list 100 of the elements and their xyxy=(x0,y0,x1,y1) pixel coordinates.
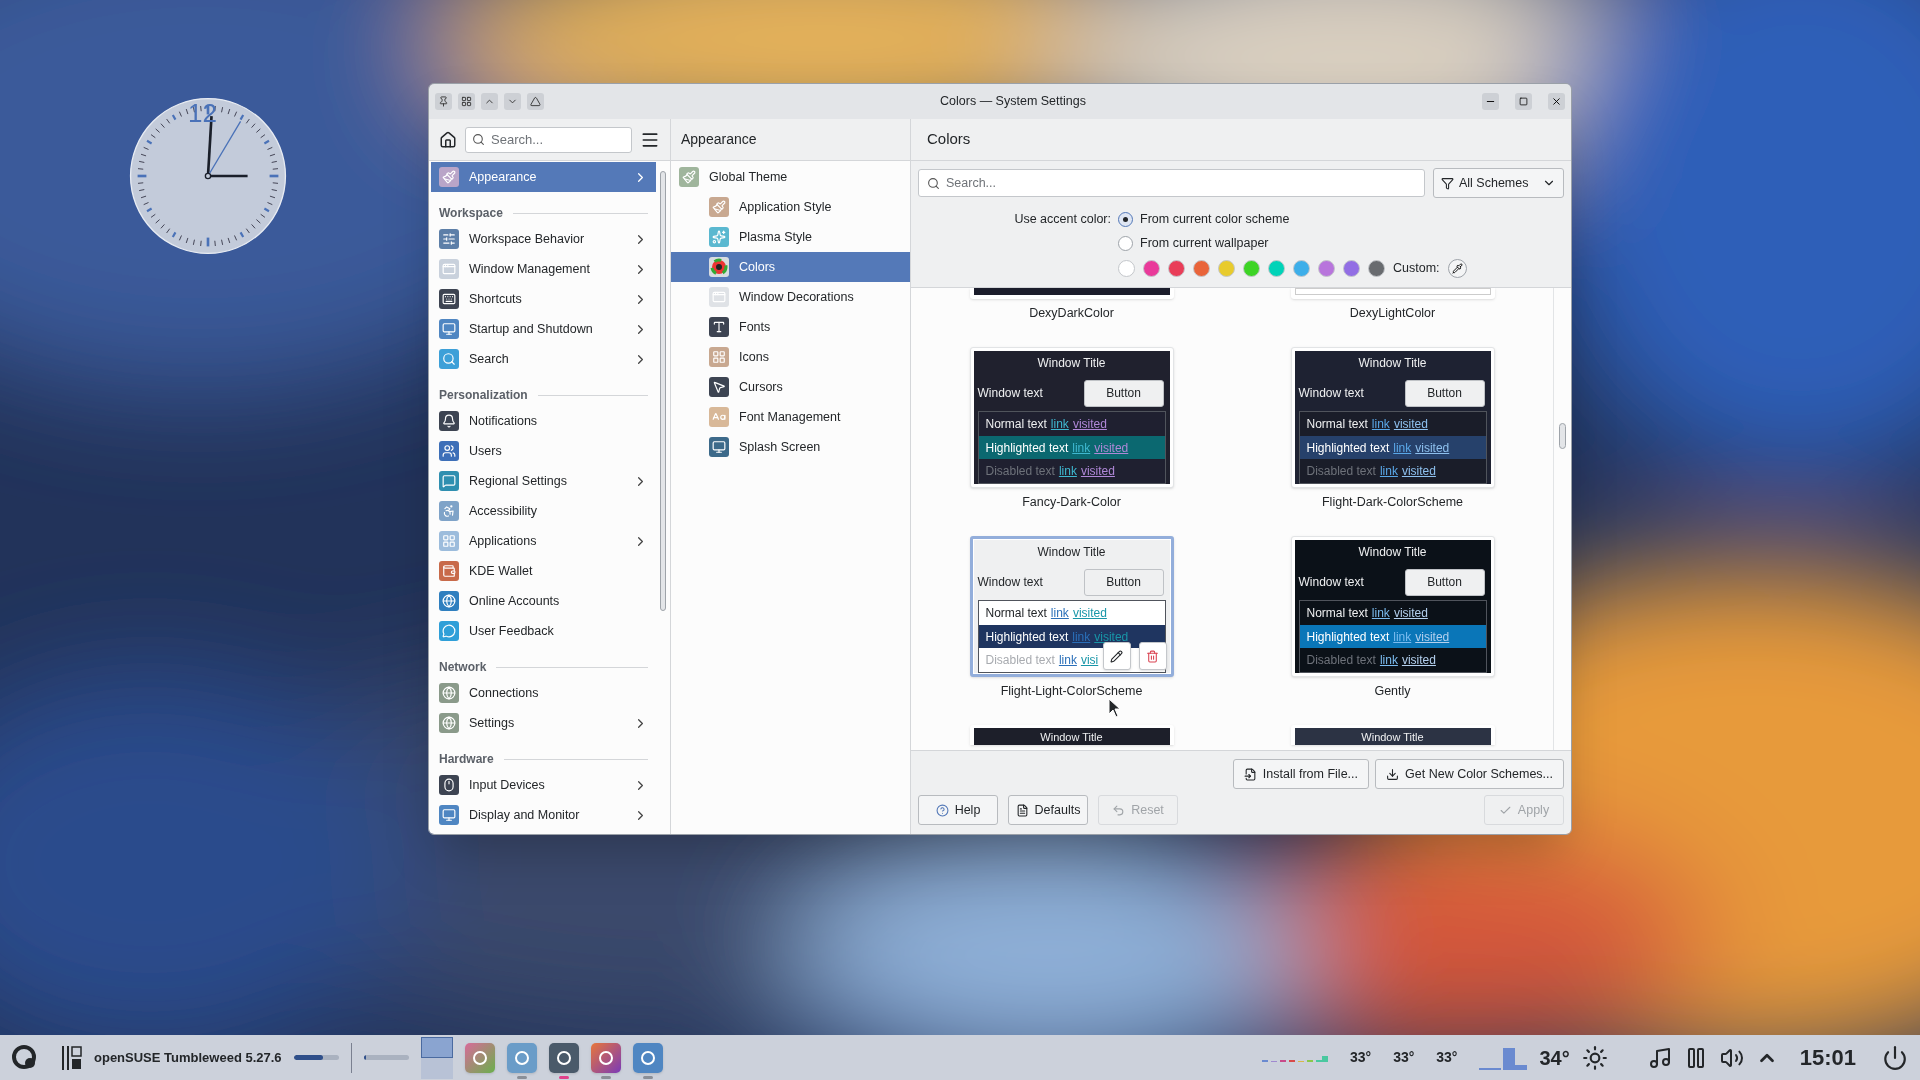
visited-link: visited xyxy=(1401,463,1436,481)
sidebar-item[interactable]: Regional Settings xyxy=(431,466,656,496)
page-title: Colors xyxy=(927,129,971,150)
mouse-icon xyxy=(439,775,459,795)
preview-title: Window Title xyxy=(1358,355,1427,372)
sidebar-item[interactable]: Accessibility xyxy=(431,496,656,526)
sidebar-item[interactable]: Appearance xyxy=(431,162,656,192)
sidebar-item[interactable]: Window Management xyxy=(431,254,656,284)
delete-button[interactable] xyxy=(1138,642,1167,670)
scheme-preview[interactable]: Window Title xyxy=(1290,725,1495,745)
sidebar-item[interactable]: Search xyxy=(431,344,656,374)
sun-icon[interactable] xyxy=(1581,1044,1608,1071)
music-icon[interactable] xyxy=(1647,1045,1672,1070)
undo-icon xyxy=(1112,803,1126,817)
category-item[interactable]: Colors xyxy=(671,252,910,282)
color-swatch[interactable] xyxy=(1118,259,1135,277)
color-swatch[interactable] xyxy=(1193,259,1210,277)
sidebar-item[interactable]: Input Devices xyxy=(431,770,656,800)
category-item[interactable]: Plasma Style xyxy=(671,222,910,252)
edit-button[interactable] xyxy=(1102,642,1131,670)
sidebar-item[interactable]: Settings xyxy=(431,708,656,738)
scheme-preview[interactable]: Window Title xyxy=(969,725,1174,745)
category-item[interactable]: Font Management xyxy=(671,402,910,432)
search-field[interactable]: Search... xyxy=(918,169,1425,197)
window-title: openSUSE Tumbleweed 5.27.6 xyxy=(94,1048,282,1067)
category-item[interactable]: Fonts xyxy=(671,312,910,342)
scheme-name: DexyLightColor xyxy=(1349,305,1436,322)
sidebar-item[interactable]: Workspace Behavior xyxy=(431,224,656,254)
search-field[interactable]: Search... xyxy=(465,126,632,153)
download-button[interactable]: Get New Color Schemes... xyxy=(1375,759,1564,789)
titlebar-button[interactable] xyxy=(458,93,475,110)
footer-button[interactable]: Defaults xyxy=(1008,795,1088,825)
maximize-button[interactable] xyxy=(1515,93,1532,110)
preview-button: Button xyxy=(1083,568,1164,596)
category-item[interactable]: Icons xyxy=(671,342,910,372)
home-icon[interactable] xyxy=(439,130,457,149)
sample-link: link xyxy=(1072,628,1091,646)
clock-time[interactable]: 15:01 xyxy=(1799,1041,1856,1074)
radio-button[interactable] xyxy=(1118,211,1133,227)
sidebar-item[interactable]: Display and Monitor xyxy=(431,800,656,830)
launcher-icon[interactable] xyxy=(12,1044,38,1071)
titlebar-button[interactable] xyxy=(435,93,452,110)
scheme-preview[interactable]: Window Title Window text Button Normal text link visited Highlighted text link visited Disabled text link visited xyxy=(969,347,1174,488)
sample-link: link xyxy=(1393,439,1412,457)
sample-link: link xyxy=(1058,652,1077,670)
scheme-preview[interactable]: Window Title Window text Button Normal text link visited Highlighted text link visited Disabled text link visi xyxy=(969,536,1174,677)
titlebar-button[interactable] xyxy=(527,93,544,110)
panel-icon[interactable] xyxy=(62,1045,82,1070)
scrollbar-thumb[interactable] xyxy=(660,171,666,611)
desktop-pager[interactable] xyxy=(420,1057,453,1079)
category-item[interactable]: Cursors xyxy=(671,372,910,402)
scheme-preview[interactable]: Window Title Window text Button Normal text link visited Highlighted text link visited Disabled text link visited xyxy=(1290,536,1495,677)
sidebar-item[interactable]: Connections xyxy=(431,678,656,708)
pencil-icon xyxy=(1110,649,1123,663)
color-swatch[interactable] xyxy=(1268,259,1285,277)
sidebar-item[interactable]: Startup and Shutdown xyxy=(431,314,656,344)
close-button[interactable] xyxy=(1548,93,1565,110)
sample-text: Normal text xyxy=(1306,604,1368,622)
color-swatch[interactable] xyxy=(1168,259,1185,277)
temperature-reading: 33° xyxy=(1436,1048,1458,1067)
color-swatch[interactable] xyxy=(1218,259,1235,277)
scheme-preview[interactable]: Window Title Window text Button Normal text link visited Highlighted text link visited Disabled text link visited xyxy=(1290,347,1495,488)
sidebar-item[interactable]: Online Accounts xyxy=(431,586,656,616)
scheme-preview[interactable] xyxy=(969,288,1174,299)
visited-link: visited xyxy=(1094,628,1129,646)
bell-icon xyxy=(439,411,459,431)
color-swatch[interactable] xyxy=(1368,259,1385,277)
color-swatch[interactable] xyxy=(1293,259,1310,277)
footer-button[interactable]: Help xyxy=(918,795,998,825)
category-item[interactable]: Application Style xyxy=(671,192,910,222)
install-button[interactable]: Install from File... xyxy=(1232,759,1370,789)
minimize-button[interactable] xyxy=(1482,93,1499,110)
title-bar[interactable]: Colors — System Settings xyxy=(429,84,1571,119)
color-swatch[interactable] xyxy=(1318,259,1335,277)
scrollbar-thumb[interactable] xyxy=(1559,423,1566,449)
custom-label: Custom: xyxy=(1393,259,1440,277)
eyedropper-button[interactable] xyxy=(1447,258,1467,278)
sample-link: link xyxy=(1050,415,1069,433)
sidebar-item[interactable]: Applications xyxy=(431,526,656,556)
category-item[interactable]: Splash Screen xyxy=(671,432,910,462)
sidebar-item[interactable]: Users xyxy=(431,436,656,466)
sidebar-item[interactable]: User Feedback xyxy=(431,616,656,646)
visited-link: visited xyxy=(1401,652,1436,670)
sidebar-item[interactable]: Notifications xyxy=(431,406,656,436)
document-icon xyxy=(1015,803,1029,817)
display-icon xyxy=(439,805,459,825)
color-swatch[interactable] xyxy=(1243,259,1260,277)
power-icon[interactable] xyxy=(1882,1044,1908,1071)
filter-dropdown[interactable]: All Schemes xyxy=(1433,168,1564,198)
sample-link: link xyxy=(1371,604,1390,622)
brush-icon xyxy=(679,167,699,187)
desktop-pager[interactable] xyxy=(420,1036,453,1058)
color-swatch[interactable] xyxy=(1343,259,1360,277)
category-item[interactable]: Window Decorations xyxy=(671,282,910,312)
sidebar-item[interactable]: Shortcuts xyxy=(431,284,656,314)
sidebar-item[interactable]: KDE Wallet xyxy=(431,556,656,586)
monitor-icon xyxy=(709,437,729,457)
category-item[interactable]: Global Theme xyxy=(671,162,910,192)
radio-button[interactable] xyxy=(1118,235,1133,251)
color-swatch[interactable] xyxy=(1143,259,1160,277)
